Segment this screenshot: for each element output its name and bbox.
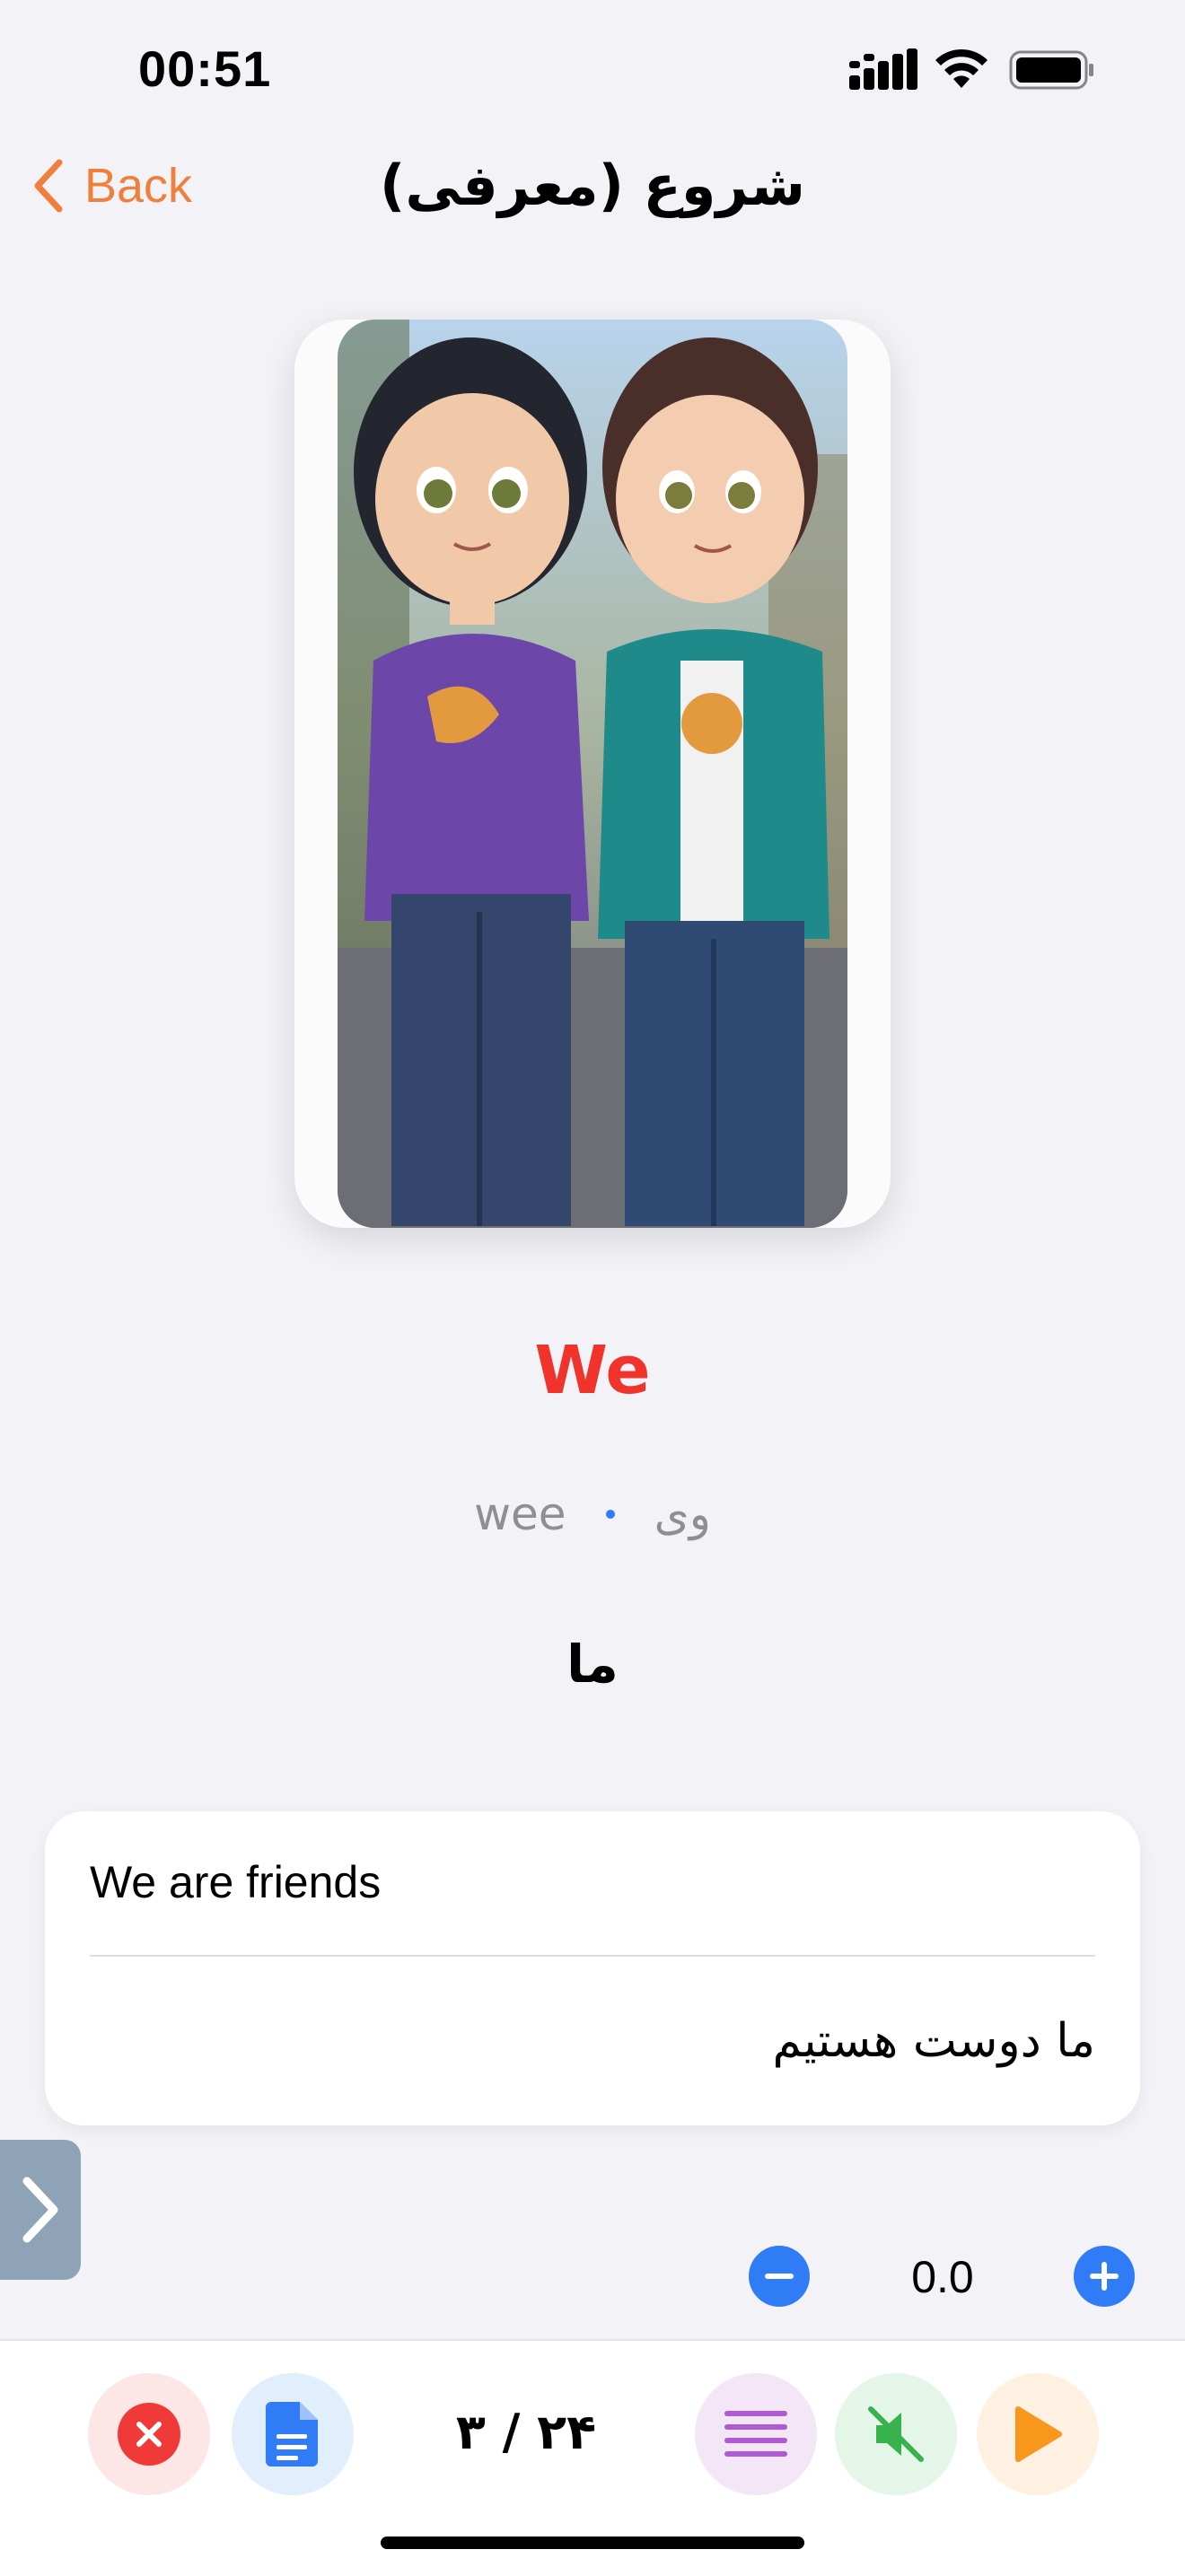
document-icon [266,2402,318,2466]
next-side-tab[interactable] [0,2140,81,2280]
battery-icon [1009,50,1093,90]
wifi-icon [935,48,988,88]
sentence-persian: ما دوست هستیم [772,2014,1095,2068]
play-icon [1015,2406,1062,2462]
progress-counter: ۳ / ۲۴ [455,2404,597,2460]
close-button[interactable] [88,2373,210,2495]
page-title: شروع (معرفی) [380,153,805,218]
pronunciation-fa: وی [654,1488,711,1540]
speaker-mute-icon [868,2406,924,2462]
word-meaning: ما [566,1634,619,1695]
list-button[interactable] [695,2373,817,2495]
minus-circle-icon[interactable] [749,2246,810,2307]
close-icon [118,2403,180,2466]
plus-circle-icon[interactable] [1074,2246,1135,2307]
list-icon [724,2411,787,2457]
divider [90,1955,1095,1957]
home-indicator [381,2537,804,2549]
speed-value: 0.0 [911,2252,974,2302]
play-button[interactable] [977,2373,1099,2495]
word-image [338,320,847,1228]
separator-dot [605,1510,615,1519]
mute-button[interactable] [835,2373,957,2495]
example-sentence-card: We are friends ما دوست هستیم [45,1811,1140,2125]
status-time: 00:51 [138,40,272,97]
pronunciation-en: wee [474,1488,566,1540]
word-term: We [534,1332,651,1409]
chevron-right-icon [22,2177,58,2243]
document-button[interactable] [232,2373,354,2495]
cellular-signal-icon [849,48,917,90]
pronunciation: wee وی [0,1488,1185,1540]
sentence-english: We are friends [90,1857,382,1907]
